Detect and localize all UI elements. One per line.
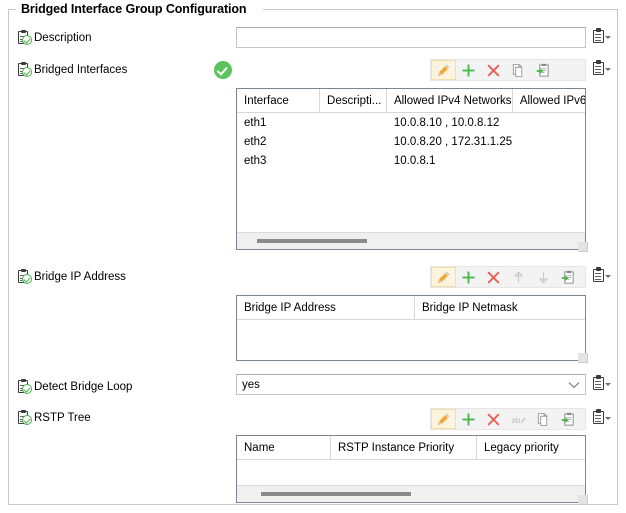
add-icon[interactable] — [456, 60, 481, 80]
table-header-row: Bridge IP Address Bridge IP Netmask — [237, 296, 585, 320]
chevron-down-icon — [605, 383, 611, 386]
page-title: Bridged Interface Group Configuration — [18, 2, 250, 16]
table-body: eth1 10.0.8.10 , 10.0.8.12 eth2 10.0.8.2… — [237, 113, 585, 170]
bridged-interfaces-toolbar — [430, 59, 586, 81]
label-text: Detect Bridge Loop — [34, 380, 133, 393]
table-row[interactable]: eth3 10.0.8.1 — [237, 151, 585, 170]
column-header[interactable]: RSTP Instance Priority — [331, 436, 477, 459]
table-row[interactable]: eth1 10.0.8.10 , 10.0.8.12 — [237, 113, 585, 132]
svg-text:ab: ab — [511, 415, 520, 424]
rename-icon[interactable]: ab — [506, 409, 531, 429]
move-down-icon[interactable] — [531, 267, 556, 287]
horizontal-scrollbar[interactable] — [237, 485, 585, 502]
cell-allowed-ipv6 — [513, 151, 585, 170]
description-clipboard-menu-button[interactable] — [592, 28, 611, 43]
label-text: Description — [34, 31, 92, 44]
chevron-down-icon[interactable] — [563, 381, 585, 389]
chevron-down-icon — [605, 68, 611, 71]
cell-description — [320, 113, 387, 132]
add-icon[interactable] — [456, 409, 481, 429]
chevron-down-icon — [605, 275, 611, 278]
copy-icon[interactable] — [531, 409, 556, 429]
edit-icon[interactable] — [431, 267, 456, 287]
chevron-down-icon — [605, 36, 611, 39]
rstp-tree-clipboard-menu-button[interactable] — [592, 409, 611, 424]
clipboard-icon — [592, 267, 604, 282]
label-description: Description — [17, 30, 92, 45]
clipboard-check-icon — [17, 410, 32, 425]
add-icon[interactable] — [456, 267, 481, 287]
cell-allowed-ipv6 — [513, 132, 585, 151]
clipboard-icon — [592, 28, 604, 43]
column-header[interactable]: Legacy priority — [477, 436, 585, 459]
clipboard-icon — [592, 60, 604, 75]
cell-interface: eth2 — [244, 135, 267, 148]
cell-interface: eth3 — [244, 154, 267, 167]
edit-icon[interactable] — [431, 409, 456, 429]
move-up-icon[interactable] — [506, 267, 531, 287]
rstp-tree-toolbar: ab — [430, 408, 586, 430]
label-text: Bridge IP Address — [34, 270, 126, 283]
paste-icon[interactable] — [556, 409, 581, 429]
table-header-row: Name RSTP Instance Priority Legacy prior… — [237, 436, 585, 460]
column-header[interactable]: Name — [237, 436, 331, 459]
rstp-tree-table[interactable]: Name RSTP Instance Priority Legacy prior… — [236, 435, 586, 503]
detect-bridge-loop-select[interactable]: yes — [236, 374, 586, 395]
bridged-interface-group-panel — [8, 9, 618, 505]
cell-allowed-ipv4: 10.0.8.1 — [393, 154, 436, 167]
delete-icon[interactable] — [481, 409, 506, 429]
scrollbar-thumb[interactable] — [257, 239, 367, 243]
delete-icon[interactable] — [481, 60, 506, 80]
cell-allowed-ipv4: 10.0.8.20 , 172.31.1.25 — [393, 135, 513, 148]
column-header[interactable]: Interface — [237, 89, 321, 112]
column-header[interactable]: Allowed IPv4 Networks (... — [387, 89, 513, 112]
label-text: RSTP Tree — [34, 411, 91, 424]
delete-icon[interactable] — [481, 267, 506, 287]
bridge-ip-address-toolbar — [430, 266, 586, 288]
bridged-interfaces-clipboard-menu-button[interactable] — [592, 60, 611, 75]
cell-description — [320, 151, 387, 170]
label-bridged-interfaces: Bridged Interfaces — [17, 62, 127, 77]
edit-icon[interactable] — [431, 60, 456, 80]
clipboard-icon — [592, 409, 604, 424]
rstp-tree-resize-grip[interactable] — [578, 495, 588, 505]
cell-allowed-ipv4: 10.0.8.10 , 10.0.8.12 — [393, 116, 500, 129]
bridged-interfaces-table[interactable]: Interface Descripti... Allowed IPv4 Netw… — [236, 88, 586, 250]
clipboard-check-icon — [17, 269, 32, 284]
scrollbar-thumb[interactable] — [261, 492, 411, 496]
horizontal-scrollbar[interactable] — [237, 232, 585, 249]
clipboard-check-icon — [17, 379, 32, 394]
paste-icon[interactable] — [531, 60, 556, 80]
table-header-row: Interface Descripti... Allowed IPv4 Netw… — [237, 89, 585, 113]
bridge-ip-address-table[interactable]: Bridge IP Address Bridge IP Netmask — [236, 295, 586, 361]
bridge-ip-address-resize-grip[interactable] — [578, 353, 588, 363]
paste-icon[interactable] — [556, 267, 581, 287]
column-header[interactable]: Bridge IP Netmask — [415, 296, 585, 319]
clipboard-check-icon — [17, 30, 32, 45]
detect-bridge-loop-clipboard-menu-button[interactable] — [592, 375, 611, 390]
label-text: Bridged Interfaces — [34, 63, 128, 76]
column-header[interactable]: Descripti... — [320, 89, 387, 112]
column-header[interactable]: Allowed IPv6 I — [513, 89, 585, 112]
clipboard-icon — [592, 375, 604, 390]
clipboard-check-icon — [17, 62, 32, 77]
column-header[interactable]: Bridge IP Address — [237, 296, 415, 319]
copy-icon[interactable] — [506, 60, 531, 80]
select-value: yes — [242, 378, 260, 391]
green-check-circle-icon — [214, 61, 232, 79]
label-rstp-tree: RSTP Tree — [17, 410, 91, 425]
cell-interface: eth1 — [244, 116, 267, 129]
label-bridge-ip-address: Bridge IP Address — [17, 269, 126, 284]
chevron-down-icon — [605, 417, 611, 420]
cell-allowed-ipv6 — [513, 113, 585, 132]
table-row[interactable]: eth2 10.0.8.20 , 172.31.1.25 — [237, 132, 585, 151]
cell-description — [320, 132, 387, 151]
bridged-interfaces-resize-grip[interactable] — [578, 242, 588, 252]
bridge-ip-address-clipboard-menu-button[interactable] — [592, 267, 611, 282]
description-input[interactable] — [236, 27, 586, 48]
label-detect-bridge-loop: Detect Bridge Loop — [17, 379, 132, 394]
